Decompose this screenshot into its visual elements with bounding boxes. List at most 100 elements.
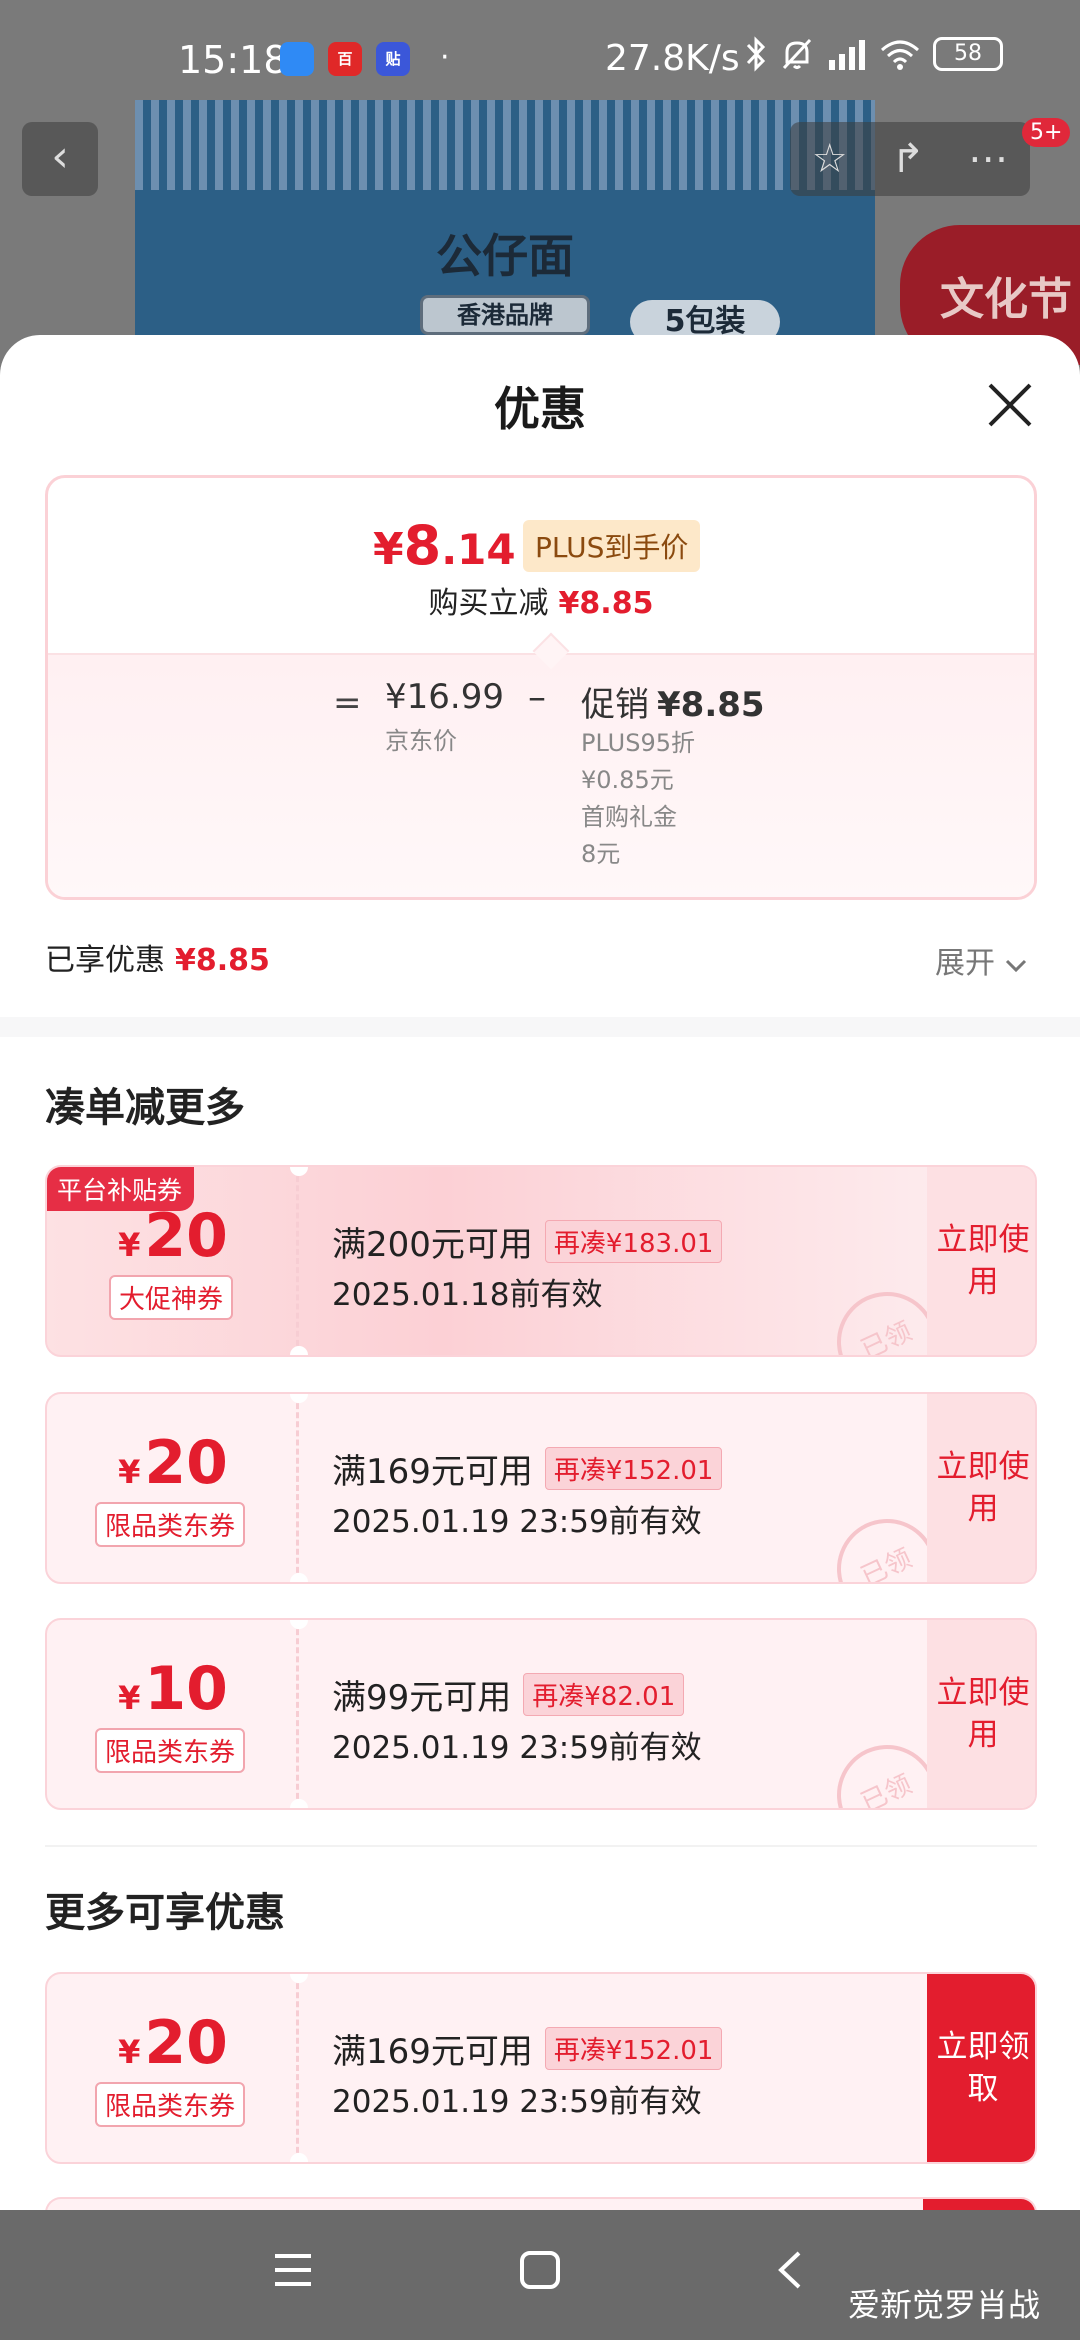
mute-icon bbox=[782, 38, 812, 70]
coupon-more-needed: 再凑¥183.01 bbox=[544, 1220, 723, 1263]
section-title-more-discount: 凑单减更多 bbox=[45, 1085, 245, 1131]
coupon-validity: 2025.01.19 23:59前有效 bbox=[332, 2084, 702, 2120]
final-price: ¥8.14 bbox=[373, 514, 516, 577]
coupon-value: 20 bbox=[144, 2008, 228, 2078]
coupon-notch bbox=[290, 2153, 308, 2162]
jd-price: ¥16.99 bbox=[385, 677, 504, 717]
promo-line: 促销 ¥8.85 bbox=[581, 677, 765, 726]
section-separator bbox=[45, 1845, 1037, 1847]
more-notifications-dot: · bbox=[440, 40, 450, 75]
coupon-type: 限品类东券 bbox=[95, 1502, 246, 1547]
final-price-dec: .14 bbox=[441, 525, 516, 574]
coupon-condition: 满200元可用 再凑¥183.01 bbox=[332, 1217, 723, 1266]
favorite-icon[interactable]: ☆ bbox=[812, 136, 848, 182]
coupon-notch bbox=[290, 1346, 308, 1355]
coupon-amount: ¥20 bbox=[47, 1201, 299, 1271]
back-icon[interactable] bbox=[775, 2250, 805, 2290]
use-now-button[interactable]: 立即使用 bbox=[927, 1167, 1035, 1355]
plus-price-tag: PLUS到手价 bbox=[523, 520, 701, 572]
coupon-currency: ¥ bbox=[118, 1226, 141, 1264]
coupon-value: 20 bbox=[144, 1428, 228, 1498]
buy-reduce-amount: ¥8.85 bbox=[558, 586, 654, 621]
wifi-icon bbox=[881, 40, 919, 70]
coupon-value: 10 bbox=[144, 1654, 228, 1724]
promo-detail-line: ¥0.85元 bbox=[581, 766, 674, 794]
coupon-currency: ¥ bbox=[118, 1453, 141, 1491]
chat-app-icon bbox=[280, 42, 314, 76]
promo-label: 促销 bbox=[581, 685, 649, 725]
status-time: 15:18 bbox=[178, 38, 288, 82]
use-now-button[interactable]: 立即使用 bbox=[927, 1394, 1035, 1582]
notification-badge: 5+ bbox=[1022, 118, 1071, 147]
close-icon[interactable] bbox=[980, 375, 1040, 435]
coupon-amount: ¥20 bbox=[47, 1428, 299, 1498]
notification-app-icons: 百 贴 bbox=[280, 42, 410, 76]
news-app-icon: 百 bbox=[328, 42, 362, 76]
discount-sheet: 优惠 ¥8.14 PLUS到手价 购买立减 ¥8.85 = ¥16.99 京东价 … bbox=[0, 335, 1080, 2210]
coupon-type: 大促神券 bbox=[109, 1275, 234, 1320]
signal-icon bbox=[829, 40, 865, 70]
coupon-type: 限品类东券 bbox=[95, 1728, 246, 1773]
price-summary: ¥8.14 PLUS到手价 购买立减 ¥8.85 bbox=[48, 478, 1034, 653]
tieba-app-icon: 贴 bbox=[376, 42, 410, 76]
coupon-card: 平台补贴券 ¥20 大促神券 满200元可用 再凑¥183.01 2025.01.… bbox=[45, 1165, 1037, 1357]
coupon-currency: ¥ bbox=[118, 1679, 141, 1717]
coupon-condition-text: 满200元可用 bbox=[332, 1225, 533, 1265]
status-bar: 15:18 百 贴 · 27.8K/s 58 bbox=[0, 0, 1080, 120]
coupon-validity: 2025.01.18前有效 bbox=[332, 1277, 603, 1313]
price-formula: = ¥16.99 京东价 – 促销 ¥8.85 PLUS95折 ¥0.85元 首购… bbox=[48, 653, 1034, 897]
expand-button[interactable]: 展开 bbox=[935, 938, 1027, 982]
price-breakdown-card: ¥8.14 PLUS到手价 购买立减 ¥8.85 = ¥16.99 京东价 – 促… bbox=[45, 475, 1037, 900]
network-speed: 27.8K/s bbox=[605, 38, 740, 79]
coupon-more-needed: 再凑¥152.01 bbox=[544, 1447, 723, 1490]
enjoyed-amount: ¥8.85 bbox=[175, 943, 270, 978]
section-divider bbox=[0, 1017, 1080, 1037]
coupon-card: ¥20 限品类东券 满169元可用 再凑¥152.01 2025.01.19 23… bbox=[45, 1972, 1037, 2164]
coupon-more-needed: 再凑¥82.01 bbox=[523, 1673, 685, 1716]
equals-sign: = bbox=[333, 683, 362, 723]
coupon-amount: ¥10 bbox=[47, 1654, 299, 1724]
buy-reduce-line: 购买立减 ¥8.85 bbox=[48, 578, 1034, 622]
buy-reduce-label: 购买立减 bbox=[428, 586, 549, 621]
system-icons: 58 bbox=[745, 36, 1003, 72]
coupon-condition-text: 满169元可用 bbox=[332, 2032, 533, 2072]
final-price-int: 8 bbox=[403, 514, 442, 577]
back-button[interactable]: ‹ bbox=[22, 122, 98, 196]
promo-details: PLUS95折 ¥0.85元 首购礼金 8元 bbox=[581, 725, 695, 873]
coupon-notch bbox=[290, 1573, 308, 1582]
coupon-value: 20 bbox=[144, 1201, 228, 1271]
coupon-validity: 2025.01.19 23:59前有效 bbox=[332, 1504, 702, 1540]
home-icon[interactable] bbox=[519, 2250, 561, 2290]
chevron-down-icon bbox=[1005, 959, 1026, 973]
coupon-condition: 满169元可用 再凑¥152.01 bbox=[332, 2024, 723, 2073]
bluetooth-icon bbox=[746, 36, 766, 72]
coupon-currency: ¥ bbox=[118, 2033, 141, 2071]
coupon-condition: 满169元可用 再凑¥152.01 bbox=[332, 1444, 723, 1493]
product-brand-sub: 香港品牌 bbox=[420, 295, 590, 335]
product-brand: 公仔面 bbox=[436, 229, 574, 283]
coupon-more-needed: 再凑¥152.01 bbox=[544, 2027, 723, 2070]
share-icon[interactable]: ↱ bbox=[891, 136, 925, 182]
expand-label: 展开 bbox=[935, 946, 995, 981]
promo-amount: ¥8.85 bbox=[657, 685, 765, 725]
coupon-validity: 2025.01.19 23:59前有效 bbox=[332, 1730, 702, 1766]
menu-icon[interactable] bbox=[272, 2250, 314, 2290]
promo-detail-line: 8元 bbox=[581, 840, 621, 868]
coupon-type: 限品类东券 bbox=[95, 2082, 246, 2127]
coupon-condition: 满99元可用 再凑¥82.01 bbox=[332, 1670, 685, 1719]
use-now-button[interactable]: 立即使用 bbox=[927, 1620, 1035, 1808]
sheet-title: 优惠 bbox=[494, 382, 586, 436]
claim-now-button[interactable]: 立即领取 bbox=[927, 1974, 1035, 2162]
system-nav-bar: 爱新觉罗肖战 bbox=[0, 2210, 1080, 2340]
section-title-more-offers: 更多可享优惠 bbox=[45, 1890, 285, 1936]
final-price-currency: ¥ bbox=[373, 524, 404, 575]
minus-sign: – bbox=[528, 677, 546, 718]
battery-icon: 58 bbox=[933, 37, 1003, 71]
enjoyed-discount: 已享优惠 ¥8.85 bbox=[45, 935, 270, 979]
more-icon[interactable]: ⋯ bbox=[968, 136, 1008, 182]
enjoyed-label: 已享优惠 bbox=[45, 943, 165, 978]
coupon-notch bbox=[290, 1799, 308, 1808]
top-actions: ☆ ↱ ⋯ bbox=[790, 122, 1030, 196]
claim-button-partial[interactable] bbox=[923, 2199, 1035, 2210]
coupon-amount: ¥20 bbox=[47, 2008, 299, 2078]
